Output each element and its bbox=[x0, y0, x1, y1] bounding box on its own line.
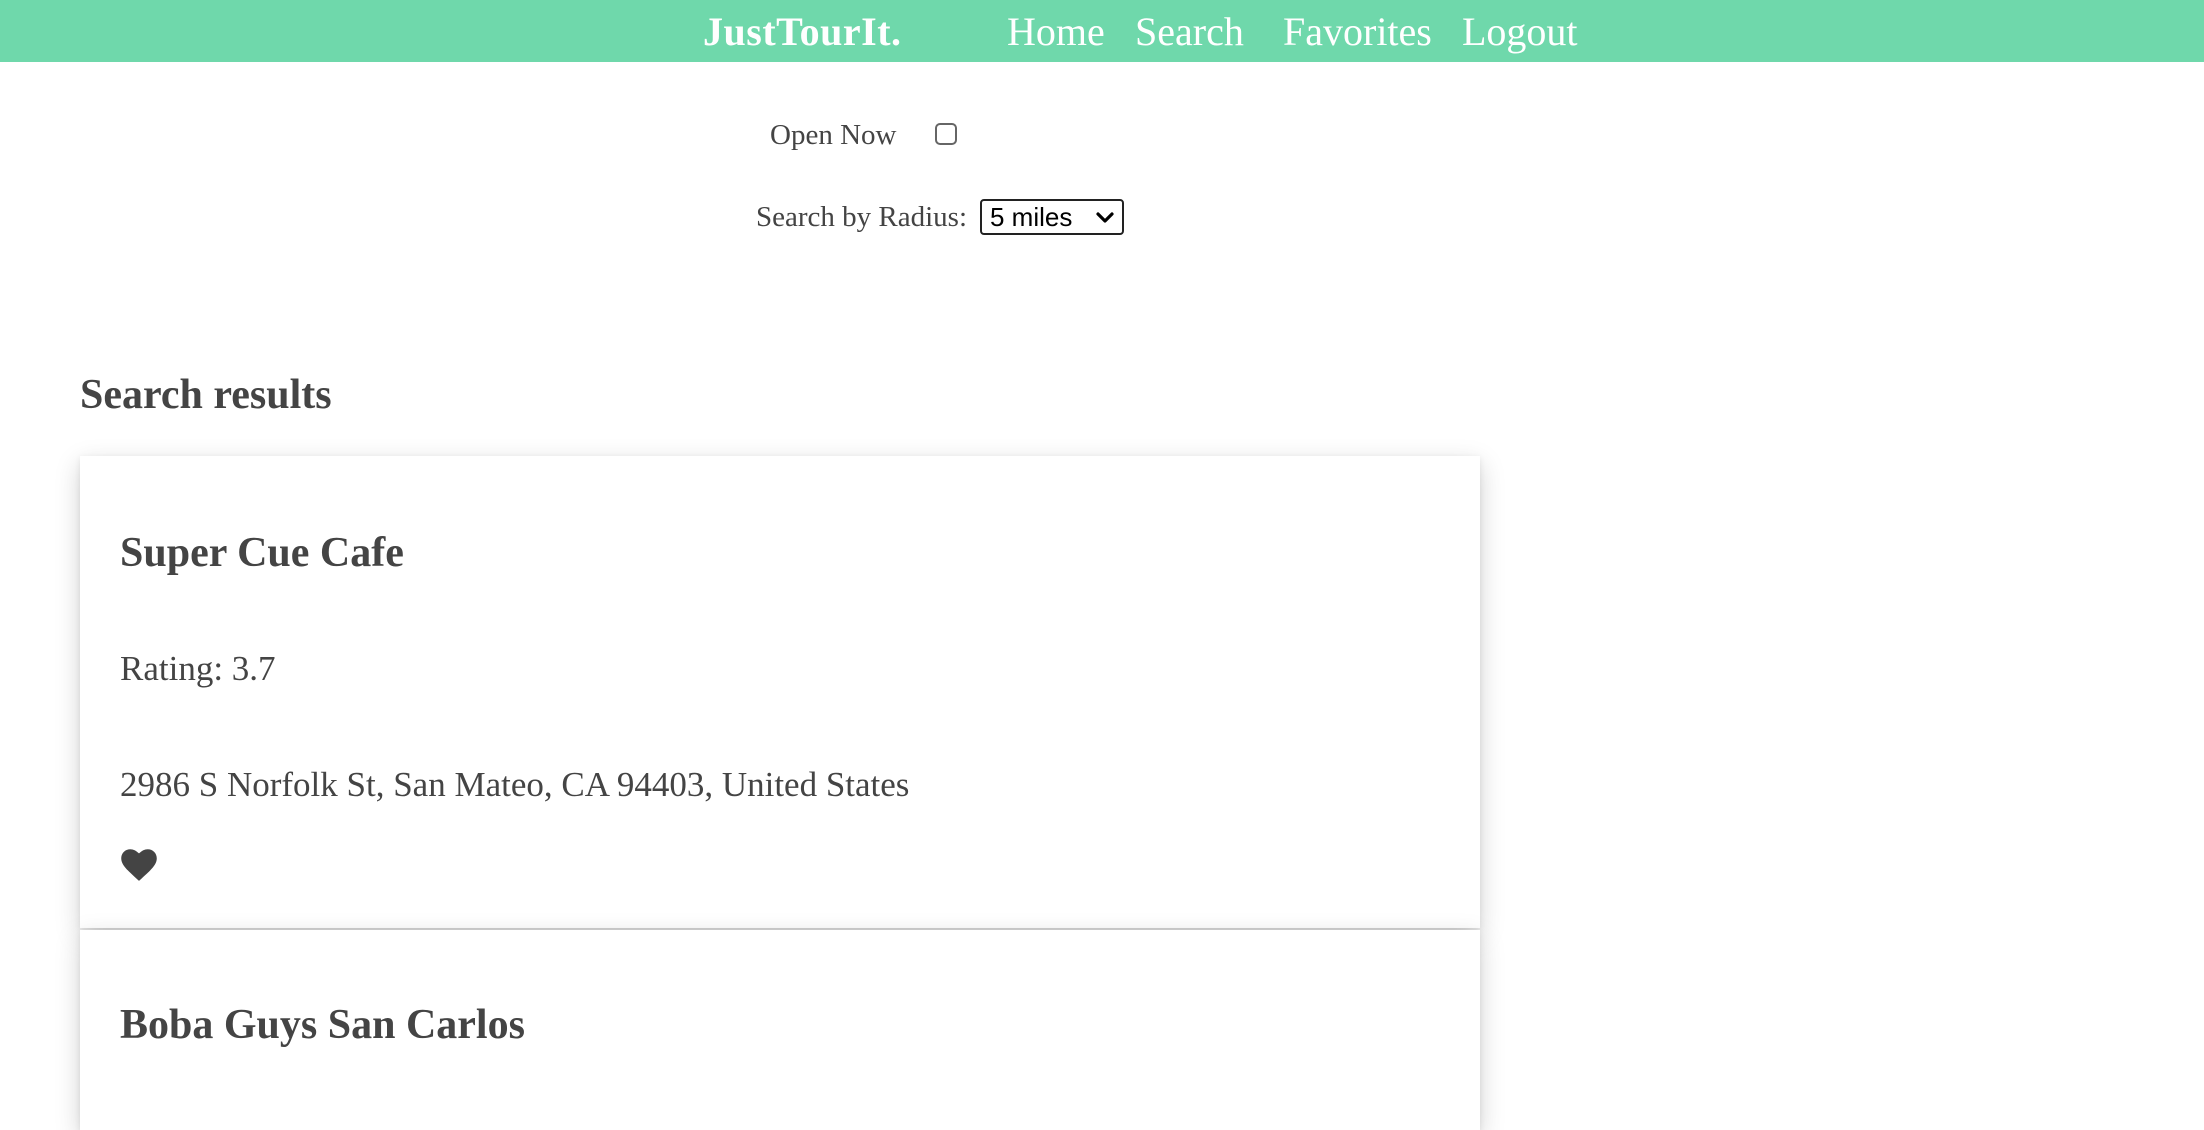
result-name: Super Cue Cafe bbox=[120, 530, 404, 576]
nav-favorites-link[interactable]: Favorites bbox=[1283, 10, 1432, 54]
search-results-heading: Search results bbox=[80, 372, 332, 418]
chevron-down-icon bbox=[1096, 212, 1114, 223]
heart-icon[interactable] bbox=[120, 848, 158, 882]
result-card[interactable]: Boba Guys San Carlos bbox=[80, 930, 1480, 1130]
open-now-checkbox[interactable] bbox=[935, 123, 957, 145]
result-rating: Rating: 3.7 bbox=[120, 649, 276, 688]
nav-search-link[interactable]: Search bbox=[1135, 10, 1244, 54]
result-card[interactable]: Super Cue Cafe Rating: 3.7 2986 S Norfol… bbox=[80, 456, 1480, 928]
brand-logo[interactable]: JustTourIt. bbox=[703, 10, 902, 54]
nav-home-link[interactable]: Home bbox=[1007, 10, 1105, 54]
nav-logout-link[interactable]: Logout bbox=[1462, 10, 1578, 54]
radius-select[interactable]: 5 miles bbox=[980, 199, 1124, 235]
open-now-label: Open Now bbox=[770, 119, 897, 151]
result-name: Boba Guys San Carlos bbox=[120, 1002, 525, 1048]
radius-label: Search by Radius: bbox=[756, 201, 968, 233]
radius-select-value: 5 miles bbox=[990, 201, 1073, 232]
result-address: 2986 S Norfolk St, San Mateo, CA 94403, … bbox=[120, 765, 910, 804]
top-navbar: JustTourIt. Home Search Favorites Logout bbox=[0, 0, 2204, 62]
